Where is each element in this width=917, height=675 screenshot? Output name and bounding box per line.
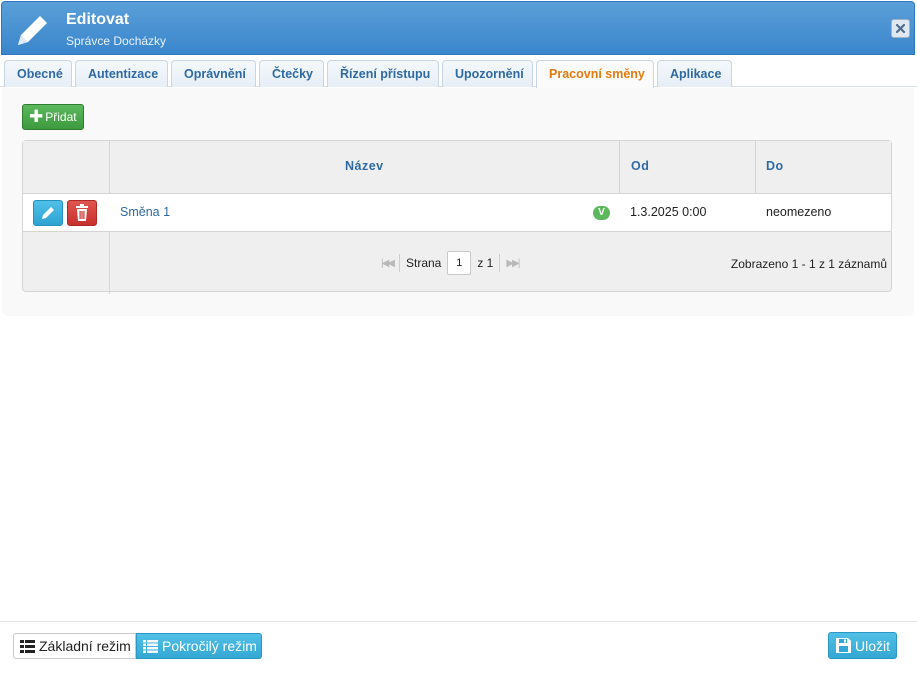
pager-divider: [398, 254, 400, 272]
save-button[interactable]: Uložit: [828, 632, 897, 659]
pencil-icon: [18, 16, 47, 45]
dialog-title: Editovat: [66, 11, 130, 28]
list-icon: [20, 639, 35, 653]
records-count: Zobrazeno 1 - 1 z 1 záznamů: [730, 257, 887, 271]
last-page-icon[interactable]: ▶▶|: [506, 258, 520, 269]
tab-rizeni-pristupu[interactable]: Řízení přístupu: [327, 60, 439, 87]
basic-mode-button[interactable]: Základní režim: [13, 633, 136, 659]
table-row[interactable]: Směna 1 V 1.3.2025 0:00 neomezeno: [23, 194, 891, 232]
status-badge: V: [593, 206, 610, 220]
tab-bar: Obecné Autentizace Oprávnění Čtečky Říze…: [0, 56, 917, 88]
trash-icon: [76, 204, 88, 221]
close-icon: [895, 23, 906, 34]
close-button[interactable]: [891, 19, 910, 38]
add-button-label: Přidat: [45, 110, 77, 124]
tab-upozorneni[interactable]: Upozornění: [442, 60, 533, 87]
floppy-disk-icon: [836, 638, 851, 653]
shift-name-link[interactable]: Směna 1: [120, 205, 170, 219]
first-page-icon[interactable]: |◀◀: [381, 258, 395, 269]
tab-pracovni-smeny[interactable]: Pracovní směny: [536, 60, 654, 88]
pager-divider: [499, 254, 501, 272]
shifts-grid: Název Od Do Směna 1 V 1.3.2025 0:00 neom…: [22, 140, 892, 294]
delete-button[interactable]: [67, 200, 97, 226]
pager: |◀◀ Strana 1 z 1 ▶▶|: [381, 251, 520, 275]
plus-icon: ✚: [29, 107, 44, 126]
page-count-label: z 1: [477, 256, 494, 270]
add-button[interactable]: ✚ Přidat: [22, 104, 84, 130]
grid-header: Název Od Do: [23, 141, 891, 194]
page-input[interactable]: 1: [447, 251, 472, 275]
tab-opravneni[interactable]: Oprávnění: [171, 60, 256, 87]
shift-from-cell: 1.3.2025 0:00: [630, 205, 707, 219]
pencil-icon: [42, 207, 54, 219]
column-header-do[interactable]: Do: [766, 159, 784, 173]
dialog-header: Editovat Správce Docházky: [1, 1, 915, 55]
dialog-subtitle: Správce Docházky: [66, 34, 167, 48]
tab-ctecky[interactable]: Čtečky: [259, 60, 324, 87]
column-header-nazev[interactable]: Název: [345, 159, 384, 173]
tab-aplikace[interactable]: Aplikace: [657, 60, 732, 87]
column-header-od[interactable]: Od: [631, 159, 649, 173]
list-icon: [143, 639, 158, 653]
save-button-label: Uložit: [855, 637, 891, 654]
page-label: Strana: [405, 256, 442, 270]
shift-to-cell: neomezeno: [766, 205, 832, 219]
advanced-mode-button[interactable]: Pokročilý režim: [136, 633, 262, 659]
tab-autentizace[interactable]: Autentizace: [75, 60, 168, 87]
tab-obecne[interactable]: Obecné: [4, 60, 72, 87]
footer-divider: [0, 621, 917, 622]
basic-mode-label: Základní režim: [39, 638, 131, 654]
advanced-mode-label: Pokročilý režim: [162, 638, 257, 654]
edit-button[interactable]: [33, 200, 63, 226]
